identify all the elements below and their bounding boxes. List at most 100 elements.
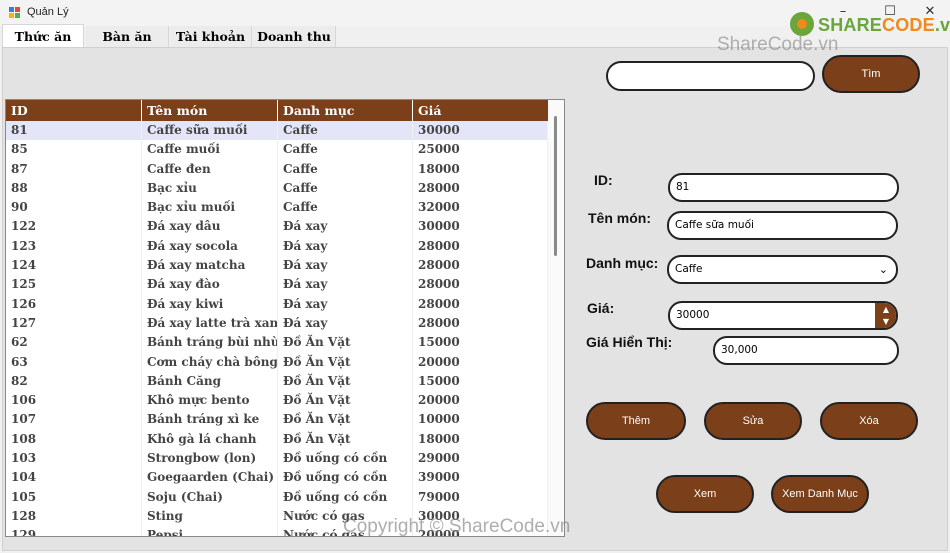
cell-name: Khô mực bento (142, 391, 278, 411)
column-header-price[interactable]: Giá (413, 100, 548, 121)
display-price-field[interactable]: 30,000 (713, 336, 899, 365)
table-row[interactable]: 90 Bạc xỉu muối Caffe 32000 (6, 198, 548, 218)
table-row[interactable]: 81 Caffe sữa muối Caffe 30000 (6, 121, 548, 141)
tab-revenue[interactable]: Doanh thu (253, 26, 336, 48)
grid-header: ID Tên món Danh mục Giá (6, 100, 548, 121)
search-input[interactable] (606, 61, 815, 91)
column-header-name[interactable]: Tên món (142, 100, 278, 121)
view-button[interactable]: Xem (656, 475, 754, 513)
table-row[interactable]: 85 Caffe muối Caffe 25000 (6, 140, 548, 160)
name-field-value: Caffe sữa muối (675, 219, 754, 231)
cell-name: Đá xay dâu (142, 217, 278, 237)
cell-id: 90 (6, 198, 142, 218)
cell-id: 88 (6, 178, 142, 199)
watermark-bottom: Copyright © ShareCode.vn (343, 516, 571, 537)
add-button[interactable]: Thêm (586, 402, 686, 440)
grid-scrollbar[interactable] (548, 100, 564, 536)
grid-scrollbar-thumb[interactable] (554, 116, 557, 256)
column-header-id[interactable]: ID (6, 100, 142, 121)
cell-category: Đồ Ăn Vặt (278, 391, 413, 411)
delete-button[interactable]: Xóa (820, 402, 918, 440)
search-button[interactable]: Tìm (822, 55, 920, 93)
table-row[interactable]: 123 Đá xay socola Đá xay 28000 (6, 236, 548, 257)
watermark-top: ShareCode.vn (717, 34, 839, 55)
table-row[interactable]: 107 Bánh tráng xì ke Đồ Ăn Vặt 10000 (6, 410, 548, 430)
table-row[interactable]: 108 Khô gà lá chanh Đồ Ăn Vặt 18000 (6, 429, 548, 450)
table-row[interactable]: 88 Bạc xỉu Caffe 28000 (6, 178, 548, 199)
cell-category: Đá xay (278, 313, 413, 334)
table-row[interactable]: 104 Goegaarden (Chai) Đồ uống có cồn 39000 (6, 468, 548, 488)
cell-category: Đồ Ăn Vặt (278, 333, 413, 353)
cell-category: Đá xay (278, 236, 413, 257)
table-row[interactable]: 62 Bánh tráng bùi nhùi Đồ Ăn Vặt 15000 (6, 333, 548, 353)
cell-name: Đá xay socola (142, 236, 278, 257)
cell-name: Đá xay đào (142, 275, 278, 295)
cell-category: Đá xay (278, 256, 413, 276)
cell-price: 30000 (413, 217, 548, 237)
cell-category: Đá xay (278, 294, 413, 314)
cell-name: Pepsi (142, 526, 278, 536)
cell-id: 128 (6, 506, 142, 527)
cell-price: 18000 (413, 429, 548, 450)
window-title: Quản Lý (27, 6, 69, 18)
cell-name: Bánh tráng xì ke (142, 410, 278, 430)
table-row[interactable]: 126 Đá xay kiwi Đá xay 28000 (6, 294, 548, 314)
sharecode-logo-icon (790, 12, 814, 36)
cell-name: Caffe đen (142, 159, 278, 179)
table-row[interactable]: 105 Soju (Chai) Đồ uống có cồn 79000 (6, 487, 548, 507)
cell-price: 28000 (413, 178, 548, 199)
cell-name: Goegaarden (Chai) (142, 468, 278, 488)
tab-tables[interactable]: Bàn ăn (86, 26, 169, 48)
table-row[interactable]: 124 Đá xay matcha Đá xay 28000 (6, 256, 548, 276)
cell-name: Khô gà lá chanh (142, 429, 278, 450)
cell-id: 123 (6, 236, 142, 257)
cell-name: Cơm cháy chà bông (142, 352, 278, 372)
table-row[interactable]: 106 Khô mực bento Đồ Ăn Vặt 20000 (6, 391, 548, 411)
cell-id: 124 (6, 256, 142, 276)
cell-id: 105 (6, 487, 142, 507)
table-row[interactable]: 87 Caffe đen Caffe 18000 (6, 159, 548, 179)
cell-price: 32000 (413, 198, 548, 218)
cell-id: 82 (6, 371, 142, 392)
cell-id: 129 (6, 526, 142, 536)
table-row[interactable]: 63 Cơm cháy chà bông Đồ Ăn Vặt 20000 (6, 352, 548, 372)
table-row[interactable]: 125 Đá xay đào Đá xay 28000 (6, 275, 548, 295)
id-label: ID: (594, 172, 613, 188)
price-stepper[interactable]: 30000 ▲ ▼ (668, 301, 898, 330)
stepper-arrows-icon[interactable]: ▲ ▼ (875, 303, 896, 328)
cell-category: Caffe (278, 159, 413, 179)
cell-price: 28000 (413, 294, 548, 314)
cell-name: Bánh tráng bùi nhùi (142, 333, 278, 353)
id-field[interactable]: 81 (668, 173, 899, 202)
display-price-field-value: 30,000 (721, 344, 758, 356)
category-select[interactable]: Caffe ⌄ (667, 255, 898, 284)
cell-name: Strongbow (lon) (142, 449, 278, 469)
cell-price: 28000 (413, 236, 548, 257)
tab-accounts[interactable]: Tài khoản (170, 26, 252, 48)
view-category-button[interactable]: Xem Danh Mục (771, 475, 869, 513)
cell-price: 28000 (413, 256, 548, 276)
cell-category: Đồ uống có cồn (278, 487, 413, 507)
table-row[interactable]: 122 Đá xay dâu Đá xay 30000 (6, 217, 548, 237)
table-row[interactable]: 82 Bánh Căng Đồ Ăn Vặt 15000 (6, 371, 548, 392)
cell-name: Bánh Căng (142, 371, 278, 392)
column-header-category[interactable]: Danh mục (278, 100, 413, 121)
cell-name: Sting (142, 506, 278, 527)
cell-category: Đồ uống có cồn (278, 468, 413, 488)
cell-id: 104 (6, 468, 142, 488)
name-field[interactable]: Caffe sữa muối (667, 211, 898, 240)
category-label: Danh mục: (586, 255, 659, 271)
table-row[interactable]: 127 Đá xay latte trà xanh Đá xay 28000 (6, 313, 548, 334)
cell-price: 39000 (413, 468, 548, 488)
edit-button[interactable]: Sửa (704, 402, 802, 440)
food-grid[interactable]: ID Tên món Danh mục Giá 81 Caffe sữa muối… (5, 99, 565, 537)
cell-name: Bạc xỉu (142, 178, 278, 199)
tab-food[interactable]: Thức ăn (2, 24, 84, 47)
cell-id: 81 (6, 121, 142, 141)
cell-price: 18000 (413, 159, 548, 179)
cell-id: 87 (6, 159, 142, 179)
cell-category: Đá xay (278, 275, 413, 295)
cell-price: 15000 (413, 371, 548, 392)
table-row[interactable]: 103 Strongbow (lon) Đồ uống có cồn 29000 (6, 449, 548, 469)
cell-id: 108 (6, 429, 142, 450)
